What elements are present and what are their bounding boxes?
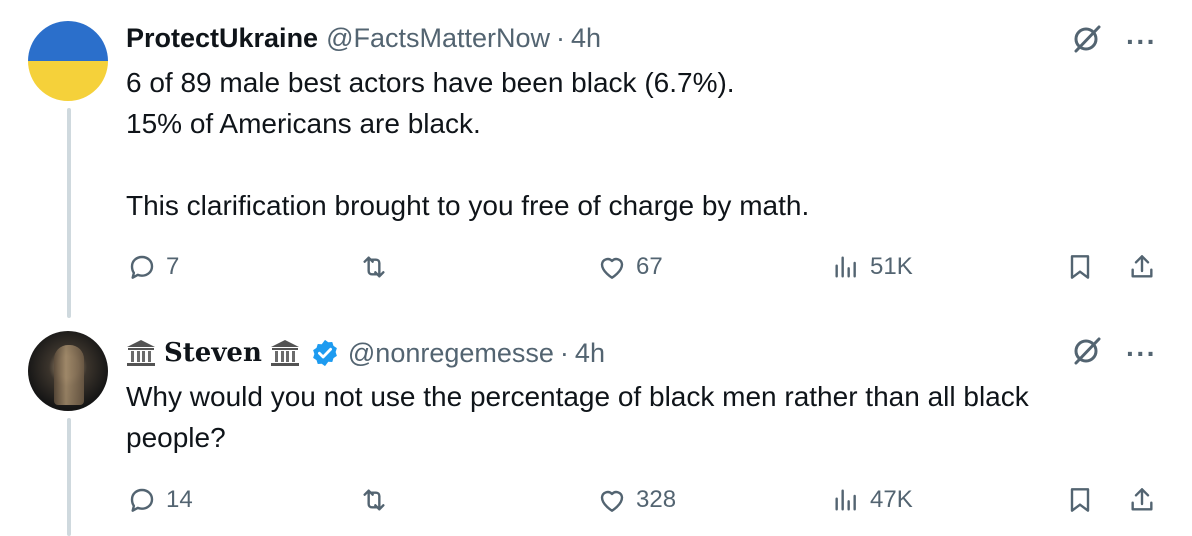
share-icon bbox=[1131, 488, 1153, 511]
separator-dot: · bbox=[559, 337, 569, 368]
tweet-2[interactable]: Steven @nonregemesse · 4h ··· Why would … bbox=[0, 0, 1192, 536]
tweet-text: Why would you not use the percentage of … bbox=[126, 381, 1037, 453]
like-button[interactable]: 328 bbox=[596, 480, 676, 520]
view-count: 47K bbox=[870, 486, 913, 513]
user-handle[interactable]: @nonregemesse bbox=[348, 338, 554, 369]
tweet-header: Steven @nonregemesse · 4h bbox=[126, 333, 605, 373]
classical-building-icon bbox=[270, 340, 299, 366]
views-icon bbox=[835, 489, 856, 511]
bookmark-icon bbox=[1070, 488, 1090, 512]
timestamp[interactable]: 4h bbox=[575, 338, 605, 369]
share-button[interactable] bbox=[1126, 480, 1158, 520]
display-name[interactable]: Steven bbox=[126, 338, 300, 368]
display-name-text: Steven bbox=[164, 338, 262, 368]
avatar-figure bbox=[54, 345, 84, 405]
retweet-icon bbox=[363, 489, 385, 511]
like-count: 328 bbox=[636, 486, 677, 513]
views-button[interactable]: 47K bbox=[830, 480, 913, 520]
top-right-controls: ··· bbox=[1070, 334, 1157, 373]
avatar[interactable] bbox=[28, 331, 108, 411]
reply-icon bbox=[130, 488, 154, 512]
heart-icon bbox=[600, 490, 624, 512]
more-options-icon[interactable]: ··· bbox=[1126, 339, 1157, 368]
retweet-button[interactable] bbox=[358, 480, 398, 520]
bookmark-button[interactable] bbox=[1064, 480, 1096, 520]
classical-building-icon bbox=[127, 340, 155, 366]
reply-count: 14 bbox=[166, 486, 193, 513]
verified-badge-icon[interactable] bbox=[310, 338, 340, 368]
reply-button[interactable]: 14 bbox=[126, 480, 193, 520]
action-bar: 14 328 47K bbox=[126, 480, 1166, 520]
grok-icon[interactable] bbox=[1070, 334, 1104, 373]
